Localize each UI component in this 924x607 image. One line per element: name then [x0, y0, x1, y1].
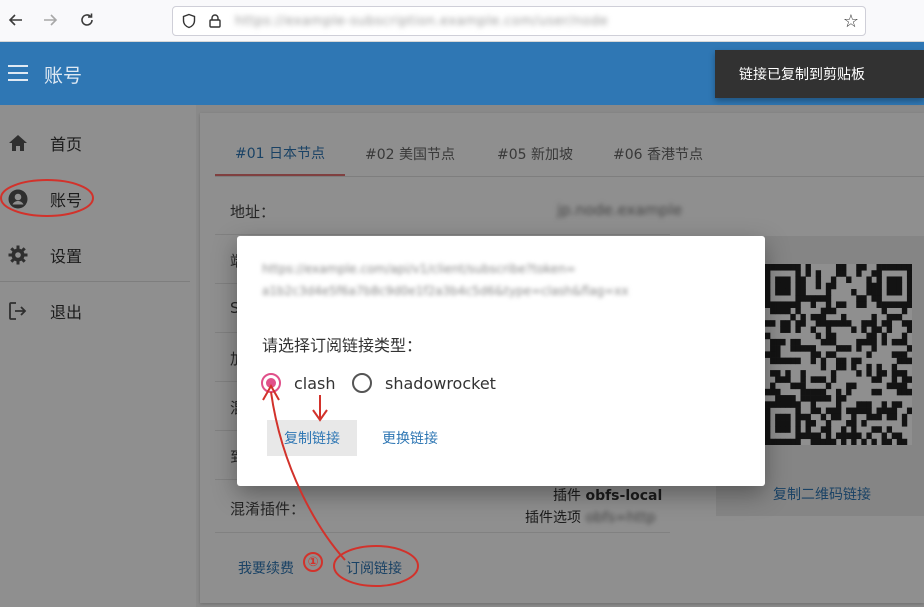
subscribe-url-line-2: a1b2c3d4e5f6a7b8c9d0e1f2a3b4c5d6&type=cl… — [262, 284, 629, 298]
page-title: 账号 — [44, 65, 83, 87]
reload-icon[interactable] — [76, 9, 98, 31]
link-type-prompt: 请选择订阅链接类型： — [262, 336, 423, 355]
url-text[interactable]: https://example-subscription.example.com… — [235, 14, 608, 29]
radio-shadowrocket[interactable] — [352, 373, 372, 393]
browser-toolbar: https://example-subscription.example.com… — [0, 0, 924, 42]
arrow-left-icon[interactable] — [5, 9, 27, 31]
shield-icon[interactable] — [181, 13, 197, 33]
arrow-right-icon[interactable] — [39, 9, 61, 31]
radio-label-clash[interactable]: clash — [294, 374, 336, 393]
subscribe-dialog: https://example.com/api/v1/client/subscr… — [237, 236, 765, 486]
snackbar-toast: 链接已复制到剪贴板 — [715, 50, 924, 98]
change-link-button[interactable]: 更换链接 — [382, 420, 452, 456]
star-icon[interactable]: ☆ — [843, 11, 859, 32]
annotation-step-number: ① — [303, 552, 323, 572]
hamburger-icon[interactable] — [8, 65, 28, 81]
radio-label-shadowrocket[interactable]: shadowrocket — [385, 374, 496, 393]
radio-clash[interactable] — [261, 373, 281, 393]
subscribe-url-line-1: https://example.com/api/v1/client/subscr… — [262, 262, 576, 276]
copy-link-button[interactable]: 复制链接 — [267, 420, 357, 456]
address-bar[interactable]: https://example-subscription.example.com… — [172, 6, 866, 36]
lock-icon[interactable] — [207, 13, 223, 33]
